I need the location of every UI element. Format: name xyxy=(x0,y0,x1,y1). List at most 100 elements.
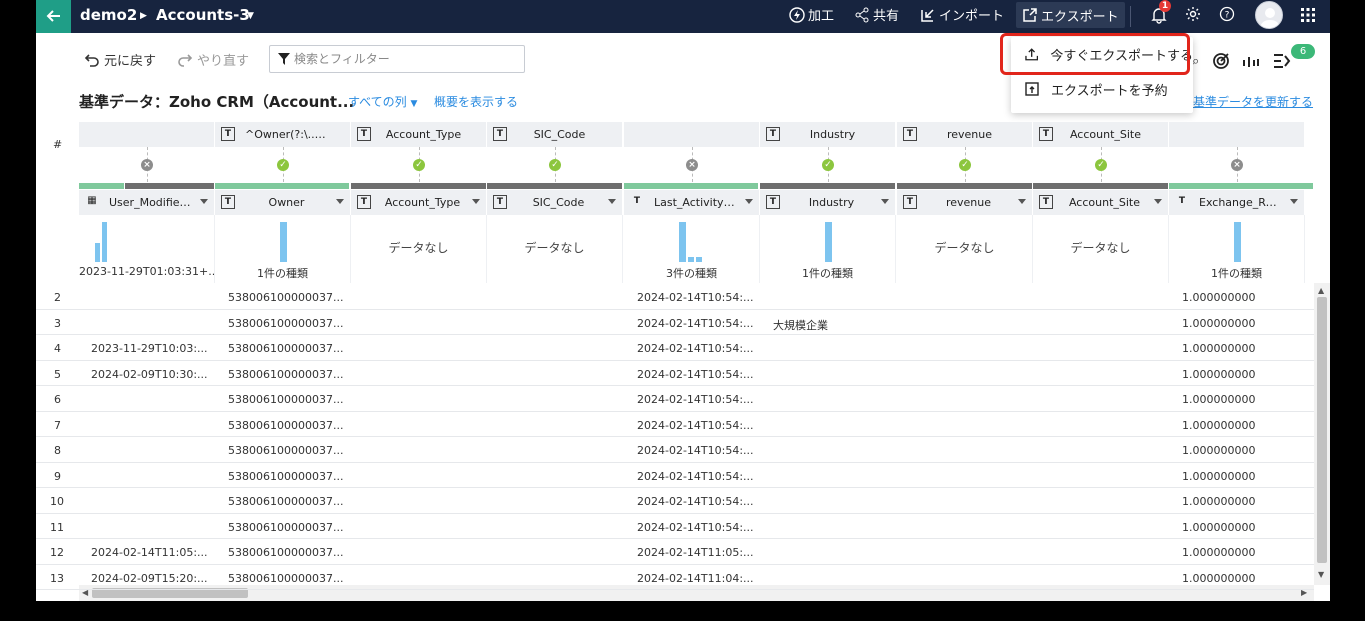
export-button[interactable]: エクスポート xyxy=(1016,2,1125,28)
breadcrumb-dataset[interactable]: Accounts-3 xyxy=(156,6,250,24)
chevron-down-icon[interactable] xyxy=(881,199,889,204)
cell-exchange-rate: 1.000000000 xyxy=(1182,495,1256,508)
column-header[interactable]: Trevenue xyxy=(897,190,1033,215)
mapping-connector: ✓ xyxy=(487,147,623,184)
table-row[interactable]: 2 538006100000037... 2024-02-14T10:54:... 1… xyxy=(36,284,1314,310)
column-header[interactable]: T Last_Activity_Time xyxy=(624,190,760,215)
column-header[interactable]: T SIC_Code xyxy=(487,190,623,215)
avatar[interactable] xyxy=(1255,1,1283,29)
reference-column-header[interactable] xyxy=(1169,122,1304,147)
table-row[interactable]: 4 2023-11-29T10:03:... 538006100000037... 2… xyxy=(36,335,1314,361)
breadcrumb-workspace[interactable]: demo2 xyxy=(80,6,137,24)
reference-column-name: ^Owner(?:\..+)?$ xyxy=(245,128,330,141)
reference-column-header[interactable]: T ^Owner(?:\..+)?$ xyxy=(215,122,350,147)
table-row[interactable]: 9 538006100000037... 2024-02-14T10:54:... 1… xyxy=(36,463,1314,488)
column-header[interactable]: T Industry xyxy=(760,190,896,215)
reference-column-header[interactable]: T SIC_Code xyxy=(487,122,622,147)
cell-last-activity: 2024-02-14T10:54:... xyxy=(637,520,754,534)
vertical-scrollbar[interactable]: ▲ ▼ xyxy=(1314,283,1330,585)
table-row[interactable]: 6 538006100000037... 2024-02-14T10:54:... 1… xyxy=(36,386,1314,412)
column-name: Industry xyxy=(808,196,855,209)
cell-modified: 2024-02-14T11:05:... xyxy=(91,546,208,559)
chevron-down-icon[interactable] xyxy=(200,199,208,204)
reference-column-header[interactable] xyxy=(79,122,214,147)
vertical-scroll-thumb[interactable] xyxy=(1317,297,1327,563)
show-summary-link[interactable]: 概要を表示する xyxy=(434,93,518,110)
undo-icon xyxy=(84,53,99,67)
table-row[interactable]: 8 538006100000037... 2024-02-14T10:54:... 1… xyxy=(36,437,1314,463)
text-type-icon: T xyxy=(221,195,235,209)
search-icon[interactable]: ⌕ xyxy=(1192,54,1199,69)
chevron-down-icon[interactable] xyxy=(472,199,480,204)
reference-column-header[interactable]: Trevenue xyxy=(897,122,1032,147)
scroll-down-icon[interactable]: ▼ xyxy=(1318,570,1324,579)
chevron-down-icon[interactable] xyxy=(1290,199,1298,204)
refresh-reference-link[interactable]: 基準データを更新する xyxy=(1193,93,1313,110)
search-filter-input[interactable]: 検索とフィルター xyxy=(269,45,525,73)
gear-icon[interactable] xyxy=(1185,6,1205,26)
column-header[interactable]: T Owner xyxy=(215,190,351,215)
no-data-label: データなし xyxy=(1070,241,1131,255)
reference-column-header[interactable]: T Account_Type xyxy=(351,122,486,147)
check-icon: ✓ xyxy=(549,159,561,171)
mapping-connector: × xyxy=(1169,147,1305,184)
chevron-down-icon[interactable] xyxy=(1154,199,1162,204)
help-icon[interactable]: ? xyxy=(1219,6,1239,26)
rules-icon[interactable] xyxy=(1273,53,1291,73)
reference-column-header[interactable] xyxy=(624,122,759,147)
all-columns-dropdown[interactable]: すべての列 ▼ xyxy=(348,93,417,110)
back-arrow-icon[interactable] xyxy=(36,0,71,33)
text-type-icon: T xyxy=(1039,127,1053,141)
target-icon[interactable] xyxy=(1212,52,1230,74)
column-name: User_Modified_Ti... xyxy=(109,196,192,209)
check-icon: ✓ xyxy=(413,159,425,171)
table-row[interactable]: 11 538006100000037... 2024-02-14T10:54:...… xyxy=(36,514,1314,539)
top-nav-bar: demo2 ▶ Accounts-3 ▼ 加工 共有 インポート エクスポート … xyxy=(36,0,1330,33)
chevron-down-icon[interactable] xyxy=(745,199,753,204)
share-label: 共有 xyxy=(873,9,900,24)
process-button[interactable]: 加工 xyxy=(789,5,834,24)
column-profile: データなし xyxy=(351,215,487,283)
profile-caption: 2023-11-29T01:03:31+... xyxy=(79,265,214,278)
pattern-icon[interactable] xyxy=(1242,54,1260,73)
schedule-export-item[interactable]: エクスポートを予約 xyxy=(1011,73,1193,105)
share-button[interactable]: 共有 xyxy=(854,5,899,24)
column-header[interactable]: T Account_Site xyxy=(1033,190,1169,215)
cell-last-activity: 2024-02-14T10:54:... xyxy=(637,469,754,483)
chevron-down-icon[interactable] xyxy=(608,199,616,204)
column-header[interactable]: ▦ User_Modified_Ti... xyxy=(79,190,215,215)
cell-exchange-rate: 1.000000000 xyxy=(1182,520,1256,534)
table-row[interactable]: 13 2024-02-09T15:20:... 538006100000037...… xyxy=(36,565,1314,590)
row-number: 12 xyxy=(50,546,64,559)
table-row[interactable]: 10 538006100000037... 2024-02-14T10:54:...… xyxy=(36,488,1314,514)
table-row[interactable]: 12 2024-02-14T11:05:... 538006100000037...… xyxy=(36,539,1314,565)
redo-button[interactable]: やり直す xyxy=(177,50,249,69)
lightning-icon xyxy=(789,6,805,23)
scroll-up-icon[interactable]: ▲ xyxy=(1318,286,1324,295)
app-grid-icon[interactable] xyxy=(1300,7,1320,27)
undo-button[interactable]: 元に戻す xyxy=(84,50,156,69)
cell-last-activity: 2024-02-14T10:54:... xyxy=(637,495,754,508)
column-header[interactable]: T Exchange_Rate xyxy=(1169,190,1305,215)
dataset-dropdown-icon[interactable]: ▼ xyxy=(247,11,254,21)
column-header[interactable]: T Account_Type xyxy=(351,190,487,215)
mapping-connector: × xyxy=(79,147,215,184)
cross-icon: × xyxy=(1231,159,1243,171)
row-number: 3 xyxy=(54,316,61,330)
nav-divider xyxy=(1130,6,1131,27)
table-row[interactable]: 3 538006100000037... 2024-02-14T10:54:... 大… xyxy=(36,310,1314,335)
chevron-down-icon[interactable] xyxy=(1018,199,1026,204)
reference-column-header[interactable]: T Account_Site xyxy=(1033,122,1168,147)
import-button[interactable]: インポート xyxy=(920,5,1004,24)
histogram-bar xyxy=(102,222,107,262)
text-type-icon: T xyxy=(766,195,780,209)
cell-exchange-rate: 1.000000000 xyxy=(1182,393,1256,406)
reference-column-header[interactable]: T Industry xyxy=(760,122,895,147)
cell-last-activity: 2024-02-14T10:54:... xyxy=(637,393,754,406)
table-row[interactable]: 7 538006100000037... 2024-02-14T10:54:... 1… xyxy=(36,412,1314,437)
chevron-down-icon[interactable] xyxy=(336,199,344,204)
import-icon xyxy=(921,8,934,22)
share-icon xyxy=(855,7,869,22)
cell-owner: 538006100000037... xyxy=(228,571,344,585)
table-row[interactable]: 5 2024-02-09T10:30:... 538006100000037... 2… xyxy=(36,361,1314,386)
